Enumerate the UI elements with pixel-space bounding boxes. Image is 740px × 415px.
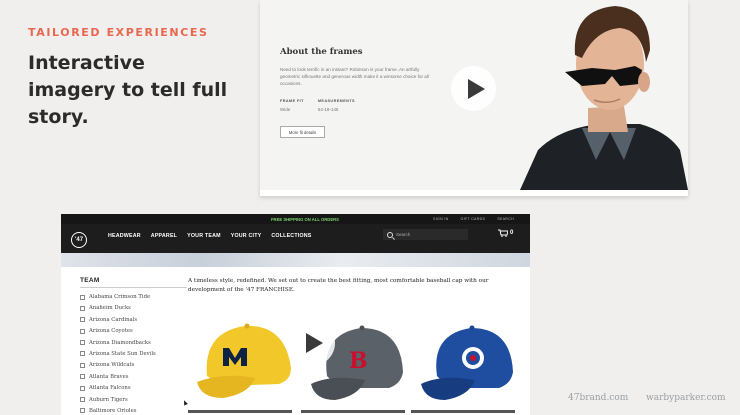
nav-your-city[interactable]: YOUR CITY (231, 233, 262, 239)
divider (80, 287, 187, 288)
team-filter-item[interactable]: Alabama Crimson Tide (80, 293, 156, 301)
checkbox[interactable] (80, 362, 85, 368)
product-underline (411, 410, 515, 413)
search-placeholder: Search (396, 232, 411, 237)
checkbox[interactable] (80, 351, 85, 357)
play-icon (467, 78, 485, 99)
nav-collections[interactable]: COLLECTIONS (271, 233, 311, 239)
cart-icon (498, 229, 508, 237)
sign-in-link[interactable]: SIGN IN (433, 217, 448, 221)
main-nav: '47 HEADWEAR APPAREL YOUR TEAM YOUR CITY… (61, 224, 530, 253)
team-filter-item[interactable]: Atlanta Falcons (80, 384, 156, 392)
section-eyebrow: TAILORED EXPERIENCES (28, 26, 209, 39)
collection-intro: A timeless style, redefined. We set out … (188, 278, 489, 293)
cart-button[interactable]: 0 (498, 229, 513, 237)
spec-value: 54-19-145 (317, 107, 339, 112)
checkbox[interactable] (80, 408, 85, 414)
team-filter-item[interactable]: Auburn Tigers (80, 396, 156, 404)
spec-fit: FRAME FIT Wide (280, 99, 304, 112)
frames-title: About the frames (280, 47, 363, 57)
team-filter-item[interactable]: Anaheim Ducks (80, 304, 156, 312)
checkbox[interactable] (80, 294, 85, 300)
cap-b-logo: B (349, 348, 368, 374)
frame-specs: FRAME FIT Wide MEASUREMENTS 54-19-145 (280, 99, 355, 112)
team-filter-item[interactable]: Arizona Coyotes (80, 327, 156, 335)
team-filter-list: Alabama Crimson Tide Anaheim Ducks Arizo… (80, 293, 156, 415)
play-button[interactable] (451, 66, 496, 111)
checkbox[interactable] (80, 305, 85, 311)
gift-cards-link[interactable]: GIFT CARDS (461, 217, 486, 221)
brand-logo[interactable]: '47 (71, 232, 87, 248)
team-filter-item[interactable]: Arizona Diamondbacks (80, 339, 156, 347)
hero-strip (61, 253, 530, 267)
checkbox[interactable] (80, 340, 85, 346)
search-link[interactable]: SEARCH (497, 217, 514, 221)
nav-links: HEADWEAR APPAREL YOUR TEAM YOUR CITY COL… (108, 233, 312, 239)
spec-label: MEASUREMENTS (317, 99, 355, 103)
checkbox[interactable] (80, 328, 85, 334)
footer-left-link[interactable]: 47brand.com (568, 393, 628, 403)
team-filter-item[interactable]: Baltimore Orioles (80, 407, 156, 415)
slide-headline: Interactive imagery to tell full story. (28, 52, 228, 128)
shipping-banner: FREE SHIPPING ON ALL ORDERS (271, 216, 339, 222)
spec-label: FRAME FIT (280, 99, 304, 103)
team-filter-item[interactable]: Atlanta Braves (80, 373, 156, 381)
47brand-screenshot: FREE SHIPPING ON ALL ORDERS SIGN IN GIFT… (61, 214, 530, 415)
team-filter-item[interactable]: Arizona Wildcats (80, 361, 156, 369)
cap-michigan-product[interactable] (193, 314, 301, 400)
nav-your-team[interactable]: YOUR TEAM (187, 233, 221, 239)
team-filter-item[interactable]: Arizona Cardinals (80, 316, 156, 324)
search-input[interactable]: Search (383, 229, 468, 240)
play-icon (306, 333, 323, 353)
checkbox[interactable] (80, 385, 85, 391)
cart-count: 0 (510, 230, 514, 236)
top-bar: FREE SHIPPING ON ALL ORDERS SIGN IN GIFT… (61, 214, 530, 224)
search-icon (387, 231, 393, 238)
play-button[interactable] (289, 320, 335, 366)
spec-value: Wide (280, 107, 291, 112)
more-fit-details-button[interactable]: More fit details (280, 126, 325, 138)
product-underline (188, 410, 292, 413)
spec-measurements: MEASUREMENTS 54-19-145 (318, 99, 355, 112)
checkbox[interactable] (80, 317, 85, 323)
footer-right-link[interactable]: warbyparker.com (646, 393, 726, 403)
cap-blue-jays-product[interactable] (415, 318, 523, 402)
nav-headwear[interactable]: HEADWEAR (108, 233, 141, 239)
checkbox[interactable] (80, 374, 85, 380)
product-underline (301, 410, 405, 413)
frames-description: Need to look terrific in an instant? Rob… (280, 67, 429, 86)
nav-apparel[interactable]: APPAREL (151, 233, 177, 239)
team-filter-title: TEAM (80, 277, 100, 284)
checkbox[interactable] (80, 397, 85, 403)
warby-parker-screenshot: About the frames Need to look terrific i… (260, 0, 688, 196)
utility-links: SIGN IN GIFT CARDS SEARCH (433, 217, 514, 221)
team-filter-item[interactable]: Arizona State Sun Devils (80, 350, 156, 358)
